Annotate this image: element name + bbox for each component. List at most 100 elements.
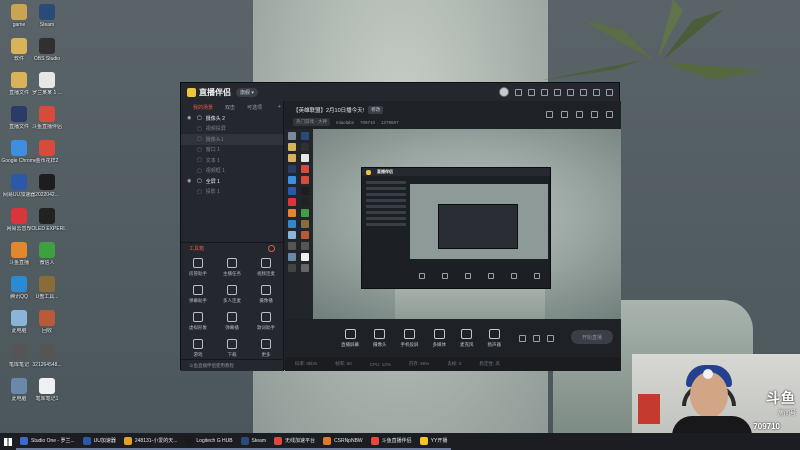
taskbar-item[interactable]: YY开播 (415, 433, 452, 450)
taskbar-item[interactable]: Steam (236, 433, 270, 450)
maximize-icon[interactable] (593, 88, 600, 96)
preview-desktop-icon (300, 242, 309, 250)
desktop-icon[interactable]: OBS Studio (28, 38, 66, 62)
nested-media-icon (487, 273, 494, 279)
scene-item[interactable]: ▢ 视频投屏 (181, 124, 283, 135)
status-item: 内存: 56% (408, 361, 430, 366)
taskbar-app-icon (370, 436, 379, 445)
scene-item[interactable]: ▢ 视频框 1 (181, 166, 283, 177)
start-live-button[interactable]: 开始直播 (571, 330, 613, 344)
desktop-icon[interactable]: 321264548... (28, 344, 66, 368)
scene-item[interactable]: ▢ 摄像头1 (181, 134, 283, 145)
preview-desktop-icon (300, 176, 309, 184)
refresh-icon[interactable] (515, 88, 522, 96)
desktop-icon[interactable]: 2022042... (28, 174, 66, 198)
taskbar-item[interactable]: Logitech G HUB (181, 433, 237, 450)
start-button[interactable] (0, 433, 16, 450)
desktop-icon[interactable]: 罗兰某某 1 ... (28, 72, 66, 96)
menu-icon[interactable] (567, 88, 574, 96)
scene-tab[interactable]: 双击 (225, 104, 235, 111)
stream-tag[interactable]: 热门游戏 · 大神 (293, 118, 330, 126)
eye-icon[interactable]: ◉ (187, 178, 193, 184)
taskbar-item[interactable]: CSRNpNBW (319, 433, 367, 450)
source-control-label: 手机投屏 (400, 341, 419, 347)
source-control-phone[interactable]: 手机投屏 (400, 328, 419, 348)
preview-toggle-icon[interactable] (533, 334, 540, 342)
tool-item[interactable]: 多人连麦 (215, 285, 249, 304)
tool-item[interactable]: 下载 (215, 339, 249, 358)
mail-icon[interactable] (554, 88, 561, 96)
taskbar-item[interactable]: 无线加速平台 (270, 433, 320, 450)
source-control-label: 摄像头 (373, 341, 387, 347)
app-icon (39, 276, 55, 292)
desktop-icon[interactable]: 回收 (28, 310, 66, 334)
tool-item[interactable]: 歌词助手 (249, 312, 283, 331)
desktop-icon[interactable]: 微信人 (28, 242, 66, 266)
taskbar-item[interactable]: 248131-小爱的天... (119, 433, 182, 450)
tool-item[interactable]: 弹幕播 (215, 312, 249, 331)
tool-icon (261, 285, 271, 295)
nested-app-title: 直播伴侣 (377, 169, 393, 174)
scene-tab[interactable]: 可选项 (247, 104, 262, 111)
eye-icon[interactable]: ◉ (187, 115, 193, 121)
app-titlebar: 直播伴侣 旗舰 ▾ (181, 83, 619, 101)
save-icon[interactable] (576, 111, 583, 118)
desktop-icon[interactable]: 笔库笔记1 (28, 378, 66, 402)
tool-item[interactable]: 主播任务 (215, 258, 249, 277)
source-control-camera[interactable]: 摄像头 (373, 328, 387, 348)
tool-icon (261, 258, 271, 268)
tool-item[interactable]: 房管助手 (181, 258, 215, 277)
taskbar-item[interactable]: 斗鱼直播伴侣 (366, 433, 416, 450)
scene-tab[interactable]: 我的场景 (193, 104, 213, 111)
tool-item[interactable]: 摄像播 (249, 285, 283, 304)
layout-icon[interactable] (561, 111, 568, 118)
tool-label: 房管助手 (189, 271, 207, 276)
desktop-icon[interactable]: 金币花样2 (28, 140, 66, 164)
taskbar-item[interactable]: Studio One - 罗兰... (16, 433, 79, 450)
taskbar-item[interactable]: UU加速器 (78, 433, 120, 450)
tool-item[interactable]: 游戏 (181, 339, 215, 358)
source-type-icon: ▢ (197, 146, 202, 153)
record-icon[interactable] (519, 334, 526, 342)
close-icon[interactable] (606, 88, 613, 96)
stream-preview[interactable]: 直播伴侣 (285, 129, 621, 319)
desktop-icon[interactable]: 斗鱼直播伴侣 (28, 106, 66, 130)
taskbar-app-icon (323, 436, 332, 445)
scene-item[interactable]: ◉ ▢ 全屏 1 (181, 176, 283, 187)
tool-item[interactable]: 视频连麦 (249, 258, 283, 277)
scene-item[interactable]: ▢ 投影 1 (181, 187, 283, 198)
scene-list: ◉ ▢ 摄像头 2 ▢ 视频投屏 ▢ 摄像头1 ▢ 窗口 1 ▢ 文本 1 ▢ 视频框 1 ◉ ▢ 全屏 1 ▢… (181, 113, 283, 197)
source-control-mic[interactable]: 麦克风 (460, 328, 474, 348)
user-avatar[interactable] (499, 87, 509, 97)
share-icon[interactable] (606, 111, 613, 118)
source-control-speaker[interactable]: 扬声器 (488, 328, 501, 348)
tool-icon (227, 339, 237, 349)
scene-item[interactable]: ▢ 文本 1 (181, 155, 283, 166)
tool-item[interactable]: 弹幕助手 (181, 285, 215, 304)
desktop-icon[interactable]: Steam (28, 4, 66, 28)
scene-item[interactable]: ◉ ▢ 摄像头 2 (181, 113, 283, 124)
tutorial-link[interactable]: 斗鱼直播伴侣使用教程 (181, 359, 283, 371)
headset-icon[interactable] (528, 88, 535, 96)
minimize-icon[interactable] (580, 88, 587, 96)
version-badge[interactable]: 旗舰 ▾ (236, 87, 258, 97)
preview-desktop-icon (300, 154, 309, 162)
bell-icon[interactable] (591, 111, 598, 118)
edit-title-button[interactable]: 修改 (368, 106, 384, 114)
scene-item[interactable]: ▢ 窗口 1 (181, 145, 283, 156)
gift-icon[interactable] (546, 111, 553, 118)
settings-icon[interactable] (547, 334, 554, 342)
tool-item[interactable]: 更多 (249, 339, 283, 358)
source-control-screen[interactable]: 直播屏幕 (341, 328, 359, 348)
add-scene-icon[interactable]: + (278, 104, 281, 110)
chat-icon[interactable] (541, 88, 548, 96)
tool-icon (227, 312, 237, 322)
desktop-icon-label: 321264548... (32, 362, 62, 368)
tool-item[interactable]: 虚拟形象 (181, 312, 215, 331)
nested-control-bar (410, 268, 548, 284)
desktop-icon[interactable]: U盘工具... (28, 276, 66, 300)
source-control-media[interactable]: 多媒体 (433, 328, 446, 348)
desktop-icon[interactable]: VOLED EXPERI... (28, 208, 66, 232)
room-id: 709710 (753, 422, 780, 431)
toolbox-toggle-icon[interactable] (268, 245, 275, 252)
